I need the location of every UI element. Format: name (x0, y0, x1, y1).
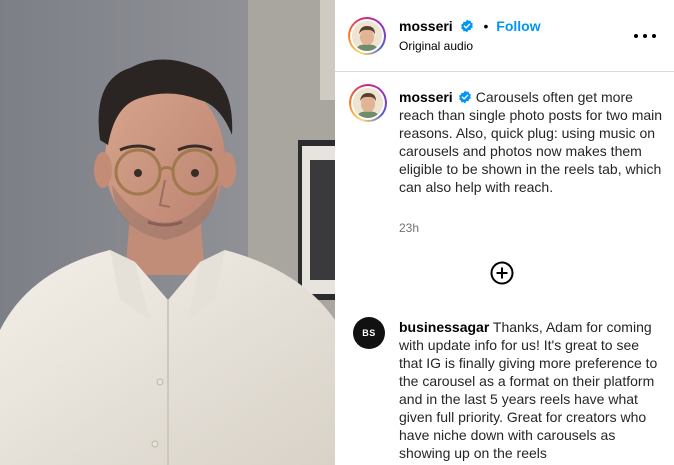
avatar-illustration (353, 88, 383, 118)
avatar-illustration (352, 21, 382, 51)
add-circle-icon[interactable] (490, 261, 514, 285)
post-timestamp[interactable]: 23h (399, 221, 419, 235)
commenter-avatar[interactable]: BS (353, 317, 385, 349)
original-audio-link[interactable]: Original audio (399, 39, 473, 53)
more-options-icon[interactable] (634, 26, 656, 46)
caption-text-block: mosseri Carousels often get more reach t… (399, 88, 664, 196)
portrait-image (0, 0, 335, 465)
commenter-avatar-initials: BS (362, 328, 376, 338)
comment-body: Thanks, Adam for coming with update info… (399, 319, 658, 461)
caption-author-avatar[interactable] (349, 84, 387, 122)
post-side-panel: mosseri • Follow Original audio mosseri … (335, 0, 674, 465)
commenter-username[interactable]: businessagar (399, 319, 489, 335)
comment-text-block: businessagar Thanks, Adam for coming wit… (399, 318, 664, 462)
verified-badge-icon (458, 90, 471, 104)
post-header: mosseri • Follow Original audio (335, 0, 674, 72)
post-photo (0, 0, 335, 465)
caption-author-username[interactable]: mosseri (399, 89, 453, 105)
header-user-line: mosseri • Follow (399, 18, 541, 34)
author-username[interactable]: mosseri (399, 18, 453, 34)
header-dot-separator: • (483, 18, 489, 34)
follow-button[interactable]: Follow (496, 18, 540, 34)
verified-badge-icon (460, 19, 473, 33)
author-avatar[interactable] (348, 17, 386, 55)
